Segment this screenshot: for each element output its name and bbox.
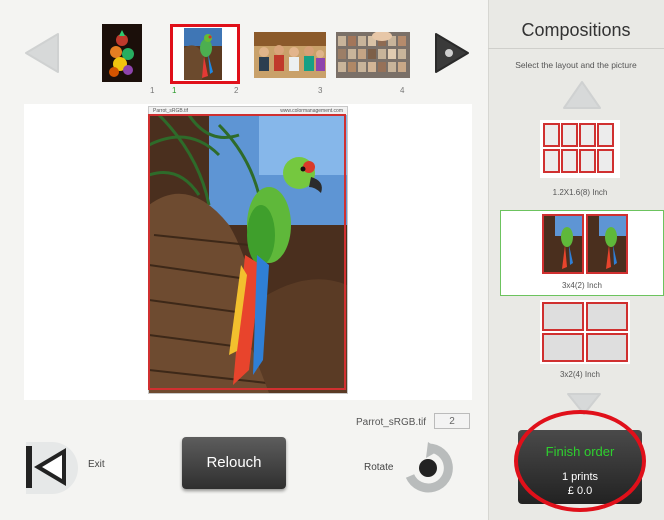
layout-8-grid-icon (540, 120, 620, 178)
thumbnail-number: 4 (400, 86, 405, 95)
selected-marker: 1 (172, 86, 177, 95)
copies-input[interactable]: 2 (434, 413, 470, 429)
file-name: Parrot_sRGB.tif (356, 417, 427, 428)
order-price: £ 0.0 (567, 485, 593, 497)
layout-label: 3x2(4) Inch (559, 370, 601, 379)
fruit-photo-icon (102, 24, 142, 82)
previous-arrow-icon[interactable] (22, 30, 62, 76)
thumbnail-number: 3 (318, 86, 323, 95)
exit-label: Exit (88, 459, 105, 470)
layout-option-3[interactable]: 3x2(4) Inch (536, 300, 632, 386)
parrot-photo-icon (184, 28, 222, 80)
layout-4-grid-icon (540, 300, 630, 364)
relouch-button[interactable]: Relouch (182, 437, 286, 489)
layout-option-1[interactable]: 1.2X1.6(8) Inch (536, 118, 632, 198)
panel-title: Compositions (521, 20, 631, 40)
layout-label: 1.2X1.6(8) Inch (552, 188, 608, 197)
thumbnail-number: 2 (234, 86, 239, 95)
next-arrow-icon[interactable] (432, 30, 472, 76)
exit-icon[interactable] (22, 436, 80, 496)
finish-order-label: Finish order (545, 444, 615, 459)
scroll-down-arrow-icon[interactable] (566, 392, 602, 416)
collage-photo-icon (336, 32, 410, 78)
group-photo-icon (254, 32, 326, 78)
thumbnail-number: 1 (150, 86, 155, 95)
divider (488, 48, 664, 49)
panel-subtitle: Select the layout and the picture (515, 60, 637, 70)
layout-option-2[interactable]: 3x4(2) Inch (500, 210, 664, 296)
print-area-frame (148, 114, 346, 390)
scroll-up-arrow-icon[interactable] (562, 80, 602, 110)
rotate-label: Rotate (364, 462, 394, 473)
rotate-icon[interactable] (402, 442, 454, 494)
print-count: 1 prints (561, 471, 599, 483)
layout-label: 3x4(2) Inch (561, 281, 603, 290)
layout-2-photo-icon (541, 213, 629, 275)
